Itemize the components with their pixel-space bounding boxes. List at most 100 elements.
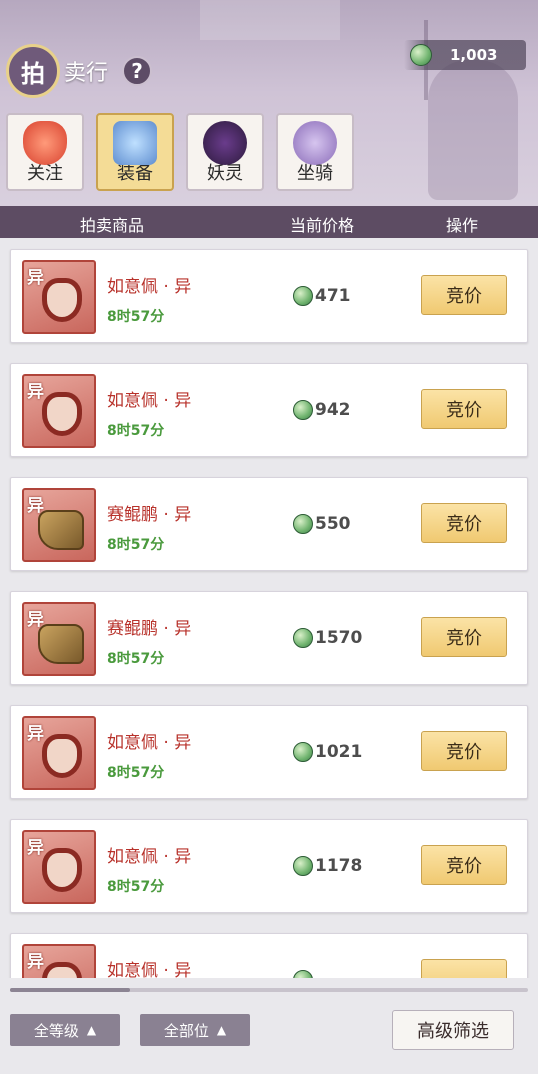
boots-icon: 异 xyxy=(22,602,96,676)
currency-amount: 1,003 xyxy=(450,46,498,64)
price-value: 550 xyxy=(315,514,351,534)
bid-button[interactable]: 竞价 xyxy=(421,731,507,771)
spirit-icon xyxy=(203,121,247,165)
pendant-shape xyxy=(42,392,82,436)
item-price xyxy=(293,970,313,978)
bid-button[interactable]: 竞价 xyxy=(421,389,507,429)
item-time: 8时57分 xyxy=(107,765,165,781)
triangle-up-icon: ▲ xyxy=(216,1023,227,1037)
tab-spirit[interactable]: 妖灵 xyxy=(186,113,264,191)
pendant-icon: 异 xyxy=(22,716,96,790)
tab-follow[interactable]: 关注 xyxy=(6,113,84,191)
list-item: 异 赛鲲鹏 · 异 8时57分 1570 竞价 xyxy=(10,591,528,685)
mount-icon xyxy=(293,121,337,165)
jade-coin-icon xyxy=(293,970,313,978)
auction-header: 拍 卖行 ? 1,003 关注 装备 妖灵 坐骑 xyxy=(0,0,538,206)
item-price: 550 xyxy=(293,514,351,534)
rarity-tag: 异 xyxy=(27,268,44,288)
price-value: 471 xyxy=(315,286,351,306)
jade-coin-icon xyxy=(293,856,313,876)
price-value: 1570 xyxy=(315,628,363,648)
title-badge: 拍 xyxy=(6,44,60,98)
boots-icon: 异 xyxy=(22,488,96,562)
currency-display: 1,003 xyxy=(404,40,526,70)
jade-coin-icon xyxy=(293,286,313,306)
jade-coin-icon xyxy=(293,628,313,648)
column-price: 当前价格 xyxy=(290,216,355,235)
item-price: 1570 xyxy=(293,628,362,648)
rarity-tag: 异 xyxy=(27,952,44,972)
pendant-shape xyxy=(42,278,82,322)
auction-list[interactable]: 异 如意佩 · 异 8时57分 471 竞价 异 如意佩 · 异 8时57分 9… xyxy=(0,238,538,978)
bid-button[interactable] xyxy=(421,959,507,978)
level-filter-label: 全等级 xyxy=(33,1021,79,1040)
list-item: 异 如意佩 · 异 8时57分 471 竞价 xyxy=(10,249,528,343)
column-item: 拍卖商品 xyxy=(80,216,145,235)
item-name: 如意佩 · 异 xyxy=(107,733,192,753)
jade-coin-icon xyxy=(293,742,313,762)
pendant-shape xyxy=(42,962,82,978)
item-name: 如意佩 · 异 xyxy=(107,847,192,867)
jade-coin-icon xyxy=(293,514,313,534)
item-price: 1178 xyxy=(293,856,362,876)
slot-filter-label: 全部位 xyxy=(163,1021,209,1040)
item-time: 8时57分 xyxy=(107,423,165,439)
price-value: 1178 xyxy=(315,856,363,876)
pendant-icon: 异 xyxy=(22,260,96,334)
bid-button[interactable]: 竞价 xyxy=(421,617,507,657)
slot-filter-button[interactable]: 全部位 ▲ xyxy=(140,1014,250,1046)
background-lantern xyxy=(428,60,518,200)
heart-icon xyxy=(23,121,67,165)
list-item: 异 赛鲲鹏 · 异 8时57分 550 竞价 xyxy=(10,477,528,571)
triangle-up-icon: ▲ xyxy=(86,1023,97,1037)
item-price: 942 xyxy=(293,400,351,420)
pendant-shape xyxy=(42,734,82,778)
pendant-icon: 异 xyxy=(22,830,96,904)
tab-mount[interactable]: 坐骑 xyxy=(276,113,354,191)
list-item: 异 如意佩 · 异 8时57分 1178 竞价 xyxy=(10,819,528,913)
list-item: 异 如意佩 · 异 8时57分 942 竞价 xyxy=(10,363,528,457)
page-title: 卖行 xyxy=(64,61,109,86)
help-icon[interactable]: ? xyxy=(122,56,153,86)
advanced-filter-button[interactable]: 高级筛选 xyxy=(392,1010,514,1050)
bid-button[interactable]: 竞价 xyxy=(421,503,507,543)
armor-icon xyxy=(113,121,157,165)
pendant-icon: 异 xyxy=(22,944,96,978)
rarity-tag: 异 xyxy=(27,610,44,630)
item-name: 赛鲲鹏 · 异 xyxy=(107,619,192,639)
boots-shape xyxy=(38,624,84,664)
column-header: 拍卖商品 当前价格 操作 xyxy=(0,206,538,238)
tab-equipment[interactable]: 装备 xyxy=(96,113,174,191)
item-price: 1021 xyxy=(293,742,362,762)
bid-button[interactable]: 竞价 xyxy=(421,845,507,885)
column-action: 操作 xyxy=(446,216,479,235)
list-item: 异 如意佩 · 异 8时57分 1021 竞价 xyxy=(10,705,528,799)
bid-button[interactable]: 竞价 xyxy=(421,275,507,315)
list-item: 异 如意佩 · 异 xyxy=(10,933,528,978)
rarity-tag: 异 xyxy=(27,838,44,858)
scrollbar-thumb[interactable] xyxy=(10,988,130,992)
filter-bar: 全等级 ▲ 全部位 ▲ 高级筛选 xyxy=(0,994,538,1074)
rarity-tag: 异 xyxy=(27,496,44,516)
list-scrollbar[interactable] xyxy=(10,988,528,992)
level-filter-button[interactable]: 全等级 ▲ xyxy=(10,1014,120,1046)
pendant-icon: 异 xyxy=(22,374,96,448)
pendant-shape xyxy=(42,848,82,892)
background-beam xyxy=(200,0,340,40)
item-name: 如意佩 · 异 xyxy=(107,277,192,297)
item-time: 8时57分 xyxy=(107,537,165,553)
category-tabs: 关注 装备 妖灵 坐骑 xyxy=(6,113,354,191)
item-time: 8时57分 xyxy=(107,651,165,667)
item-name: 如意佩 · 异 xyxy=(107,391,192,411)
rarity-tag: 异 xyxy=(27,382,44,402)
title-bar: 拍 卖行 ? xyxy=(6,40,436,102)
price-value: 942 xyxy=(315,400,351,420)
jade-coin-icon xyxy=(410,44,432,66)
price-value: 1021 xyxy=(315,742,363,762)
rarity-tag: 异 xyxy=(27,724,44,744)
item-name: 赛鲲鹏 · 异 xyxy=(107,505,192,525)
item-time: 8时57分 xyxy=(107,879,165,895)
jade-coin-icon xyxy=(293,400,313,420)
item-time: 8时57分 xyxy=(107,309,165,325)
item-price: 471 xyxy=(293,286,351,306)
